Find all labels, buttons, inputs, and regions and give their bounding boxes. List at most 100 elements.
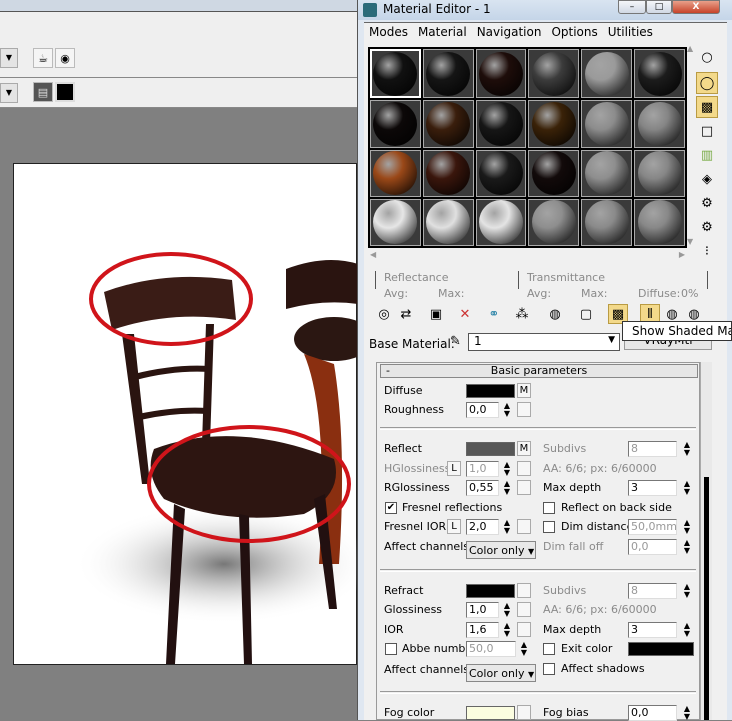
ior-input[interactable]: 1,6 [466, 622, 499, 638]
fresnel-checkbox[interactable]: ✔ [385, 502, 397, 514]
sample-slot[interactable] [634, 198, 685, 246]
eyedropper-icon[interactable]: ✎ [450, 334, 461, 349]
hglossiness-lock[interactable]: L [447, 461, 461, 476]
rollout-header[interactable]: - Basic parameters [380, 364, 698, 378]
material-id-channel-icon[interactable]: ◍ [545, 304, 565, 324]
sample-slot[interactable] [475, 100, 527, 148]
slots-hscroll[interactable]: ◀ ▶ [368, 250, 687, 260]
sample-slot[interactable] [581, 49, 633, 99]
refract-maxdepth-input[interactable]: 3 [628, 622, 677, 638]
minimize-button[interactable]: – [618, 0, 646, 14]
fresnel-ior-lock[interactable]: L [447, 519, 461, 534]
sample-slot[interactable] [528, 149, 580, 197]
background-checker-icon[interactable]: ▩ [696, 96, 718, 118]
sample-slot[interactable] [422, 49, 474, 99]
rglossiness-map-button[interactable] [517, 480, 531, 495]
backlight-icon[interactable]: ◯ [696, 72, 718, 94]
menu-navigation[interactable]: Navigation [472, 23, 547, 41]
preset-dropdown[interactable]: ▼ [0, 48, 18, 68]
render-setup-icon[interactable]: ☕ [33, 48, 53, 68]
refract-maxdepth-spinner[interactable]: ▲ ▼ [682, 622, 692, 638]
put-to-scene-icon[interactable]: ⇄ [396, 304, 416, 324]
fresnel-ior-spinner[interactable]: ▲ ▼ [502, 519, 512, 535]
fog-bias-input[interactable]: 0,0 [628, 705, 677, 721]
reflect-backside-checkbox[interactable] [543, 502, 555, 514]
rglossiness-spinner[interactable]: ▲ ▼ [502, 480, 512, 496]
base-material-dropdown[interactable]: 1 ▼ [468, 333, 620, 351]
put-to-library-icon[interactable]: ⁂ [512, 304, 532, 324]
exit-color-swatch[interactable] [628, 642, 694, 656]
dim-distance-checkbox[interactable] [543, 521, 555, 533]
title-bar[interactable]: Material Editor - 1 – □ X [358, 0, 732, 20]
fresnel-ior-map-button[interactable] [517, 519, 531, 534]
diffuse-color-swatch[interactable] [466, 384, 515, 398]
sample-slot[interactable] [370, 198, 421, 246]
sample-slot[interactable] [581, 149, 633, 197]
reflect-subdivs-input[interactable]: 8 [628, 441, 677, 457]
parameters-scrollbar[interactable] [700, 362, 712, 720]
menu-options[interactable]: Options [546, 23, 602, 41]
reflect-color-swatch[interactable] [466, 442, 515, 456]
menu-material[interactable]: Material [413, 23, 472, 41]
fog-color-map-button[interactable] [517, 705, 531, 720]
refract-color-swatch[interactable] [466, 584, 515, 598]
scrollbar-thumb[interactable] [704, 477, 709, 720]
select-by-material-icon[interactable]: ⚙ [696, 216, 718, 238]
hglossiness-spinner[interactable]: ▲ ▼ [502, 461, 512, 477]
assign-to-selection-icon[interactable]: ▣ [426, 304, 446, 324]
channel-dropdown[interactable]: ▼ [0, 83, 18, 103]
roughness-map-button[interactable] [517, 402, 531, 417]
hglossiness-input[interactable]: 1,0 [466, 461, 499, 477]
dim-distance-input[interactable]: 50,0mm [628, 519, 677, 535]
sample-uv-tiling-icon[interactable]: □ [696, 120, 718, 142]
roughness-spinner[interactable]: ▲ ▼ [502, 402, 512, 418]
reflect-maxdepth-input[interactable]: 3 [628, 480, 677, 496]
exit-color-checkbox[interactable] [543, 643, 555, 655]
affect-shadows-checkbox[interactable] [543, 663, 555, 675]
dim-falloff-input[interactable]: 0,0 [628, 539, 677, 555]
menu-modes[interactable]: Modes [364, 23, 413, 41]
sample-slot[interactable] [581, 198, 633, 246]
sample-slot[interactable] [581, 100, 633, 148]
sample-slot[interactable] [634, 49, 685, 99]
sample-type-icon[interactable]: ○ [696, 46, 718, 68]
close-button[interactable]: X [672, 0, 720, 14]
sample-slot[interactable] [634, 100, 685, 148]
sample-slot[interactable] [528, 49, 580, 99]
refract-map-button[interactable] [517, 583, 531, 598]
refract-glossiness-map-button[interactable] [517, 602, 531, 617]
show-shaded-map-icon[interactable]: ▢ [576, 304, 596, 324]
material-map-navigator-icon[interactable]: ⁝ [696, 240, 718, 262]
fog-color-swatch[interactable] [466, 706, 515, 720]
fresnel-ior-input[interactable]: 2,0 [466, 519, 499, 535]
menu-utilities[interactable]: Utilities [603, 23, 658, 41]
sample-slot[interactable] [528, 100, 580, 148]
roughness-input[interactable]: 0,0 [466, 402, 499, 418]
abbe-checkbox[interactable] [385, 643, 397, 655]
options-icon[interactable]: ⚙ [696, 192, 718, 214]
sample-slot[interactable] [370, 49, 421, 99]
sample-slot[interactable] [422, 198, 474, 246]
refract-subdivs-input[interactable]: 8 [628, 583, 677, 599]
reflect-maxdepth-spinner[interactable]: ▲ ▼ [682, 480, 692, 496]
reflect-subdivs-spinner[interactable]: ▲ ▼ [682, 441, 692, 457]
sample-slot[interactable] [475, 49, 527, 99]
video-color-check-icon[interactable]: ▥ [696, 144, 718, 166]
abbe-spinner[interactable]: ▲ ▼ [519, 641, 529, 657]
display-alpha-icon[interactable]: ▤ [33, 82, 53, 102]
refract-affect-dropdown[interactable]: Color only ▼ [466, 664, 536, 682]
sample-slot[interactable] [475, 198, 527, 246]
sample-slot[interactable] [475, 149, 527, 197]
sample-slot[interactable] [422, 149, 474, 197]
fog-bias-spinner[interactable]: ▲ ▼ [682, 705, 692, 721]
collapse-toggle[interactable]: - [386, 365, 390, 377]
hglossiness-map-button[interactable] [517, 461, 531, 476]
reset-map-icon[interactable]: ✕ [455, 304, 475, 324]
get-material-icon[interactable]: ◎ [374, 304, 394, 324]
refract-subdivs-spinner[interactable]: ▲ ▼ [682, 583, 692, 599]
rglossiness-input[interactable]: 0,55 [466, 480, 499, 496]
render-icon[interactable]: ◉ [55, 48, 75, 68]
dim-distance-spinner[interactable]: ▲ ▼ [682, 519, 692, 535]
abbe-input[interactable]: 50,0 [466, 641, 516, 657]
diffuse-map-button[interactable]: M [517, 383, 531, 398]
